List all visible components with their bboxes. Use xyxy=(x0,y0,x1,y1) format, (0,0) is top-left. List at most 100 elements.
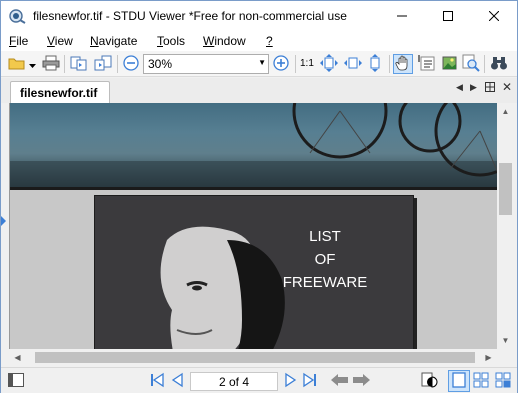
horizontal-scroll-thumb[interactable] xyxy=(35,352,475,363)
grid-pages-icon xyxy=(473,372,489,391)
zoom-in-icon xyxy=(273,54,289,74)
scroll-up-icon[interactable]: ▲ xyxy=(497,103,514,120)
tab-label: filesnewfor.tif xyxy=(20,86,98,100)
paste-page-button[interactable] xyxy=(93,54,113,74)
last-page-icon xyxy=(302,372,318,391)
side-panel-handle[interactable] xyxy=(1,215,6,226)
fit-page-arrows-icon xyxy=(320,53,338,75)
tab-close-icon[interactable]: ✕ xyxy=(502,80,512,94)
horizontal-scrollbar[interactable]: ◀ ▶ xyxy=(9,349,497,366)
first-page-button[interactable] xyxy=(148,372,166,390)
menu-file[interactable]: File xyxy=(9,34,28,48)
hand-icon xyxy=(395,55,411,74)
dropdown-arrow-icon xyxy=(28,57,36,71)
zoom-out-button[interactable] xyxy=(121,54,141,74)
page-2-text-line: OF xyxy=(314,251,336,268)
tab-filesnewfor[interactable]: filesnewfor.tif xyxy=(10,81,110,104)
menu-help[interactable]: ? xyxy=(266,34,273,48)
fit-page-button[interactable] xyxy=(319,53,339,75)
page-number-field[interactable]: 2 of 4 xyxy=(190,372,278,391)
app-window: filesnewfor.tif - STDU Viewer *Free for … xyxy=(0,0,518,393)
select-image-button[interactable] xyxy=(439,54,459,74)
side-panel-icon xyxy=(8,372,24,390)
scroll-down-icon[interactable]: ▼ xyxy=(497,332,514,349)
multi-pages-icon xyxy=(495,372,511,391)
tab-list-icon[interactable] xyxy=(485,82,495,94)
menu-view[interactable]: View xyxy=(47,34,73,48)
status-bar: 2 of 4 xyxy=(1,367,517,393)
page-divider xyxy=(10,187,497,190)
vertical-scrollbar[interactable]: ▲ ▼ xyxy=(497,103,514,349)
scroll-left-icon[interactable]: ◀ xyxy=(9,349,26,366)
page-1-image xyxy=(10,103,497,187)
chevron-down-icon[interactable]: ▼ xyxy=(258,58,266,67)
arrow-right-icon xyxy=(352,373,370,390)
open-dropdown-button[interactable] xyxy=(27,54,37,74)
fit-width-button[interactable] xyxy=(343,54,363,74)
hand-tool-button[interactable] xyxy=(393,54,413,74)
scroll-right-icon[interactable]: ▶ xyxy=(480,349,497,366)
toolbar: 30% ▼ 1:1 xyxy=(1,51,517,77)
actual-size-button[interactable]: 1:1 xyxy=(300,58,314,69)
document-tab-strip: filesnewfor.tif ◀ ▶ ✕ xyxy=(1,78,517,104)
maximize-button[interactable] xyxy=(425,1,471,31)
page-2-image: LIST OF FREEWARE xyxy=(94,195,414,349)
tab-scroll-left-icon[interactable]: ◀ xyxy=(456,82,463,93)
menu-navigate[interactable]: Navigate xyxy=(90,34,137,48)
tab-scroll-right-icon[interactable]: ▶ xyxy=(470,82,477,93)
toolbar-separator xyxy=(389,55,390,73)
previous-page-button[interactable] xyxy=(169,372,187,390)
vertical-scroll-thumb[interactable] xyxy=(499,163,512,215)
page-contrast-icon xyxy=(421,371,439,392)
zoom-select[interactable]: 30% ▼ xyxy=(143,54,269,74)
fit-height-button[interactable] xyxy=(365,53,385,74)
zoom-out-icon xyxy=(123,54,139,74)
menu-bar: File View Navigate Tools Window ? xyxy=(1,31,517,51)
pages-arrow-icon xyxy=(94,55,112,74)
image-select-icon xyxy=(440,54,458,75)
document-view[interactable]: LIST OF FREEWARE xyxy=(9,103,497,349)
open-folder-button[interactable] xyxy=(7,54,27,74)
menu-window[interactable]: Window xyxy=(203,34,246,48)
fit-width-icon xyxy=(344,54,362,75)
two-page-view-button[interactable] xyxy=(470,370,492,392)
copy-pages-icon xyxy=(70,55,88,74)
zoom-value: 30% xyxy=(148,57,173,71)
toolbar-separator xyxy=(484,55,485,73)
text-select-icon xyxy=(418,54,436,75)
copy-page-button[interactable] xyxy=(69,54,89,74)
close-button[interactable] xyxy=(471,1,517,31)
next-page-icon xyxy=(282,372,298,391)
page-2-text-line: LIST xyxy=(309,228,341,245)
page-indicator: 2 of 4 xyxy=(218,375,250,389)
find-button[interactable] xyxy=(489,54,509,74)
toolbar-separator xyxy=(64,55,65,73)
menu-tools[interactable]: Tools xyxy=(157,34,185,48)
folder-icon xyxy=(8,56,26,73)
zoom-in-button[interactable] xyxy=(271,54,291,74)
go-forward-button[interactable] xyxy=(352,372,370,390)
window-title: filesnewfor.tif - STDU Viewer *Free for … xyxy=(33,9,347,23)
single-page-icon xyxy=(452,371,466,391)
next-page-button[interactable] xyxy=(281,372,299,390)
title-bar: filesnewfor.tif - STDU Viewer *Free for … xyxy=(1,1,517,31)
toolbar-separator xyxy=(117,55,118,73)
previous-page-icon xyxy=(170,372,186,391)
print-button[interactable] xyxy=(41,54,61,74)
first-page-icon xyxy=(149,372,165,391)
toolbar-separator xyxy=(295,55,296,73)
page-2-text-line: FREEWARE xyxy=(282,274,368,291)
last-page-button[interactable] xyxy=(301,372,319,390)
minimize-button[interactable] xyxy=(379,1,425,31)
toggle-side-panel-button[interactable] xyxy=(7,372,25,390)
scrollbar-corner xyxy=(497,349,514,366)
single-page-view-button[interactable] xyxy=(448,370,470,392)
select-text-button[interactable] xyxy=(417,54,437,74)
arrow-left-icon xyxy=(331,373,349,390)
go-back-button[interactable] xyxy=(331,372,349,390)
magnifier-icon xyxy=(462,54,480,75)
color-mode-button[interactable] xyxy=(421,372,439,390)
multi-page-view-button[interactable] xyxy=(492,370,514,392)
magnifier-button[interactable] xyxy=(461,54,481,74)
binoculars-icon xyxy=(490,55,508,74)
